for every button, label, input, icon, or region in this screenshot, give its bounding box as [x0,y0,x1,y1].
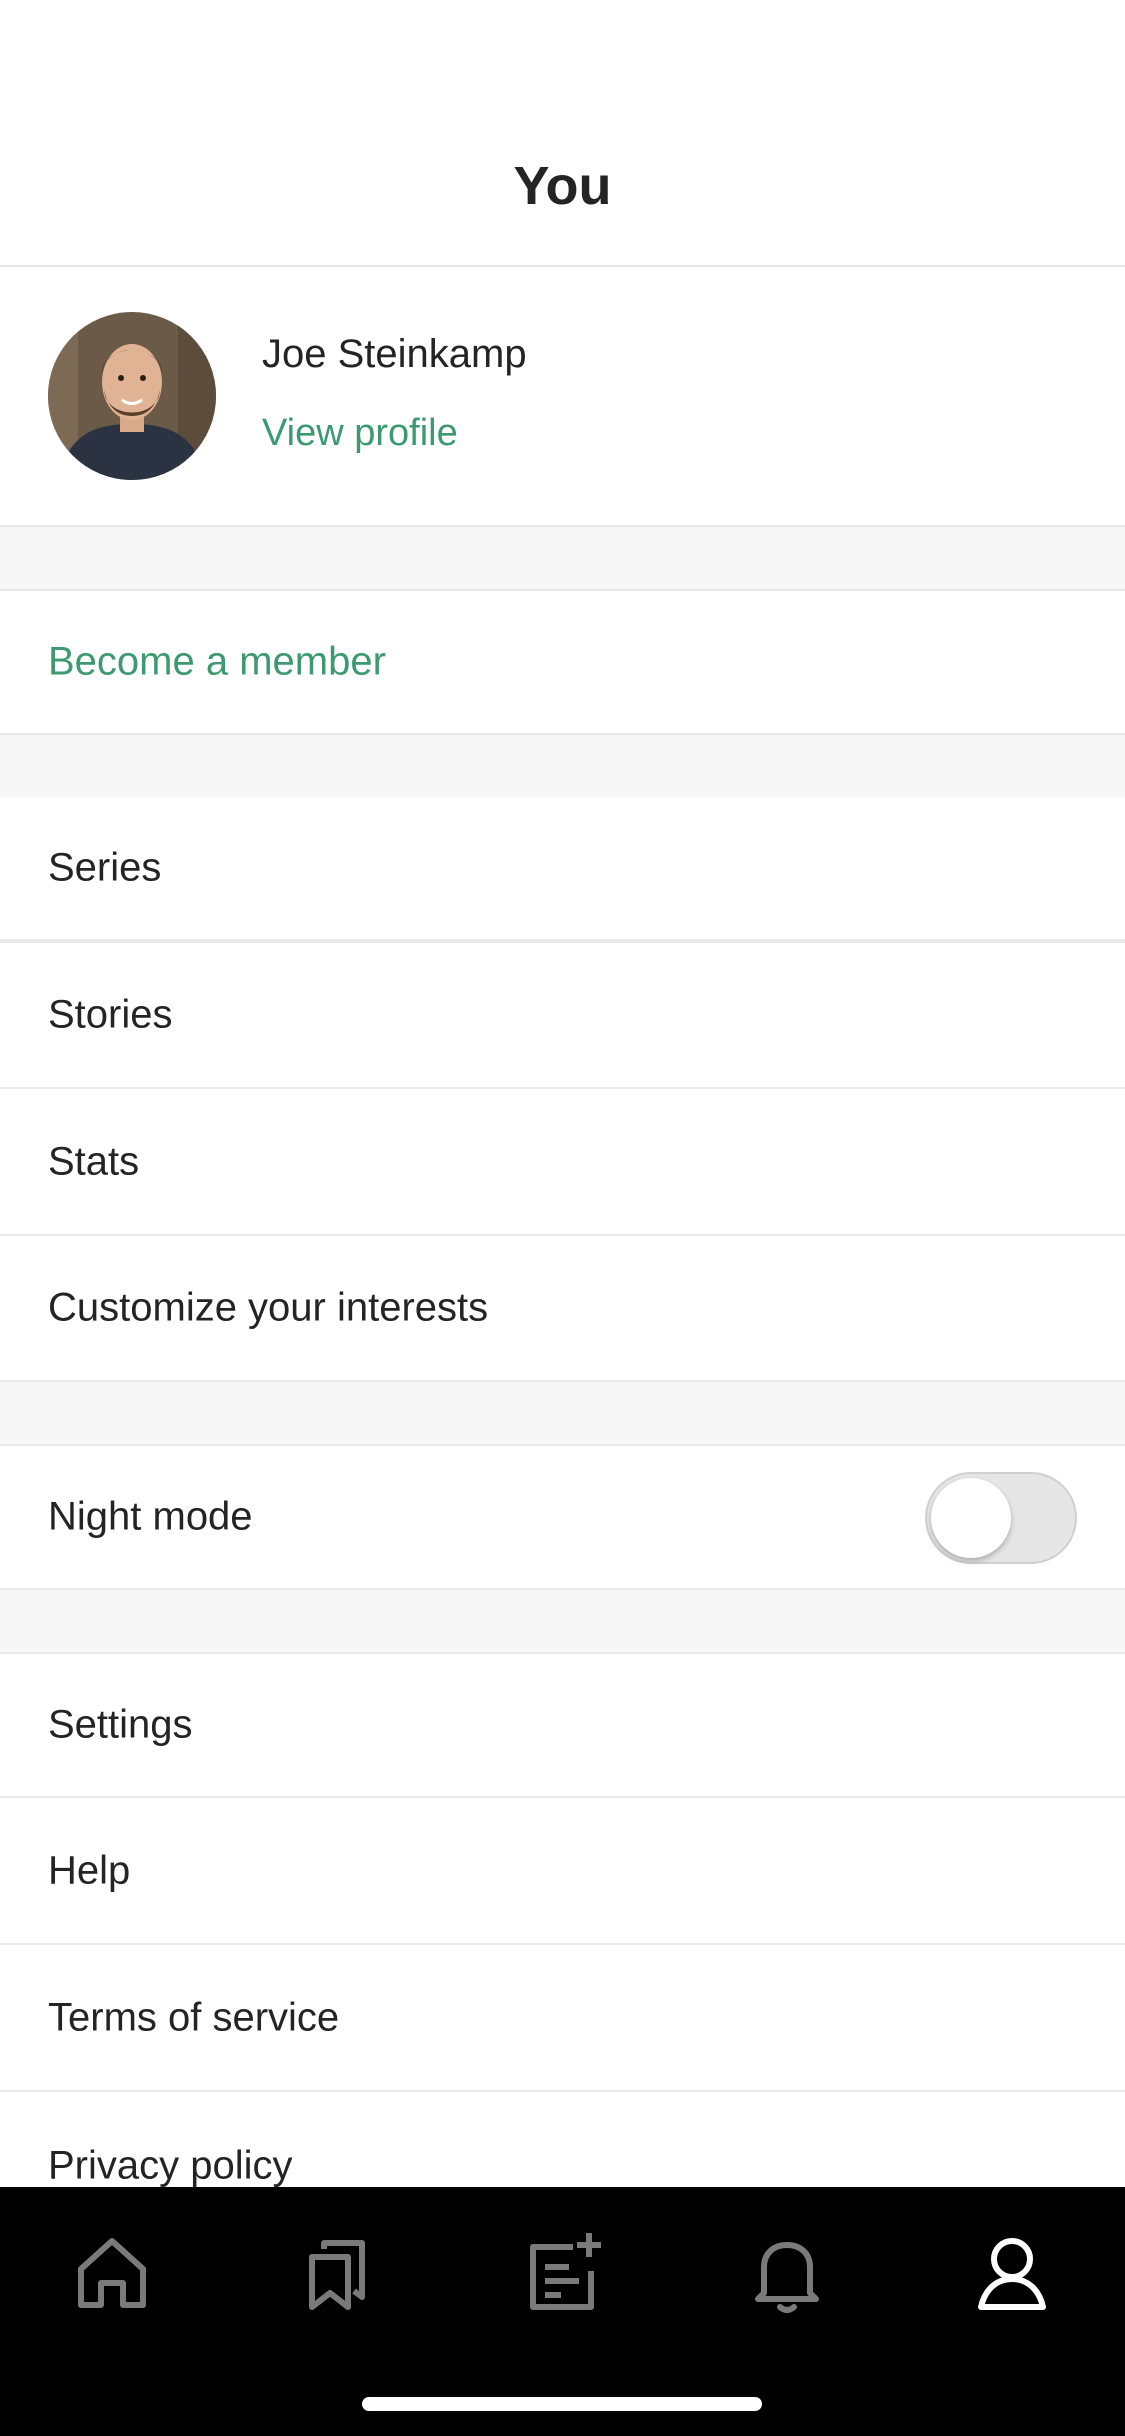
menu-item-label: Series [48,845,162,890]
write-icon [530,2233,601,2310]
home-icon [78,2238,146,2308]
menu-item-label: Stats [48,1139,140,1183]
become-member-row[interactable]: Become a member [0,591,1125,735]
menu-item-label: Privacy policy [48,2143,293,2187]
night-mode-row: Night mode [0,1446,1125,1590]
section-gap [0,527,1125,591]
menu-item-label: Stories [48,992,173,1037]
menu-item-customize-interests[interactable]: Customize your interests [0,1236,1125,1382]
section-gap [0,1382,1125,1446]
night-mode-toggle[interactable] [925,1472,1077,1564]
become-member-label: Become a member [48,639,386,684]
avatar[interactable] [48,312,216,480]
menu-item-stories[interactable]: Stories [0,943,1125,1089]
menu-item-settings[interactable]: Settings [0,1654,1125,1798]
profile-section[interactable]: Joe Steinkamp View profile [0,267,1125,527]
night-mode-label: Night mode [48,1494,253,1539]
tab-profile[interactable] [967,2227,1057,2317]
menu-item-help[interactable]: Help [0,1798,1125,1945]
menu-item-label: Terms of service [48,1995,340,2039]
top-header: You [0,0,1125,267]
tab-bookmarks[interactable] [292,2227,382,2317]
tab-notifications[interactable] [742,2227,832,2317]
bell-icon [755,2242,819,2313]
tab-home[interactable] [67,2227,157,2317]
menu-item-label: Customize your interests [48,1285,489,1330]
profile-name: Joe Steinkamp [262,332,527,376]
toggle-knob [931,1478,1011,1558]
menu-item-label: Settings [48,1702,193,1747]
tab-write[interactable] [517,2227,607,2317]
profile-icon [978,2238,1046,2310]
section-gap [0,735,1125,797]
avatar-photo-icon [48,312,216,480]
menu-item-stats[interactable]: Stats [0,1089,1125,1236]
view-profile-link[interactable]: View profile [262,412,458,455]
menu-item-label: Help [48,1848,131,1892]
section-gap [0,1590,1125,1654]
menu-item-terms[interactable]: Terms of service [0,1945,1125,2092]
menu-item-series[interactable]: Series [0,797,1125,943]
home-indicator [362,2397,762,2411]
page-title: You [513,156,612,216]
bookmarks-icon [309,2240,365,2310]
